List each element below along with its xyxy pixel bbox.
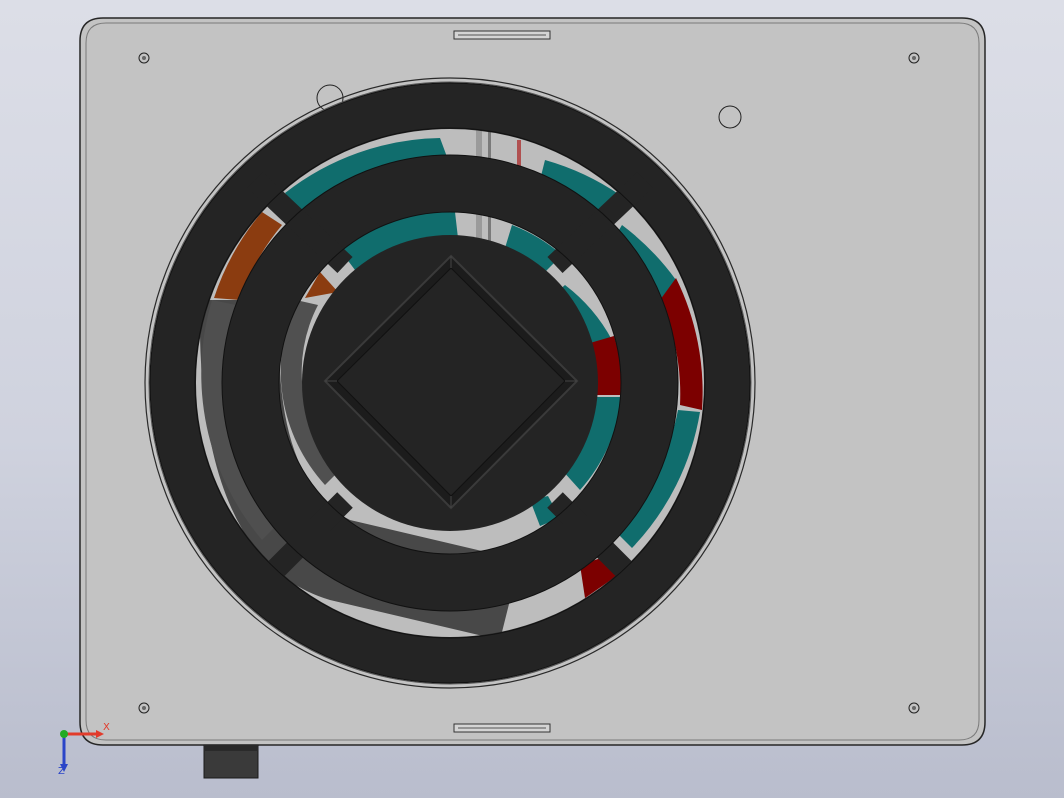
screw-hole-icon <box>908 702 920 714</box>
triad-z-label: Z <box>58 766 65 777</box>
triad-x-label: X <box>103 722 110 733</box>
bottom-clip <box>453 723 551 733</box>
screw-hole-icon <box>138 52 150 64</box>
connector-housing <box>203 744 259 779</box>
coordinate-triad-icon <box>60 730 104 772</box>
cad-viewport[interactable] <box>0 0 1064 798</box>
screw-hole-icon <box>138 702 150 714</box>
mounting-hole <box>718 105 742 129</box>
screw-hole-icon <box>908 52 920 64</box>
top-clip <box>453 30 551 40</box>
